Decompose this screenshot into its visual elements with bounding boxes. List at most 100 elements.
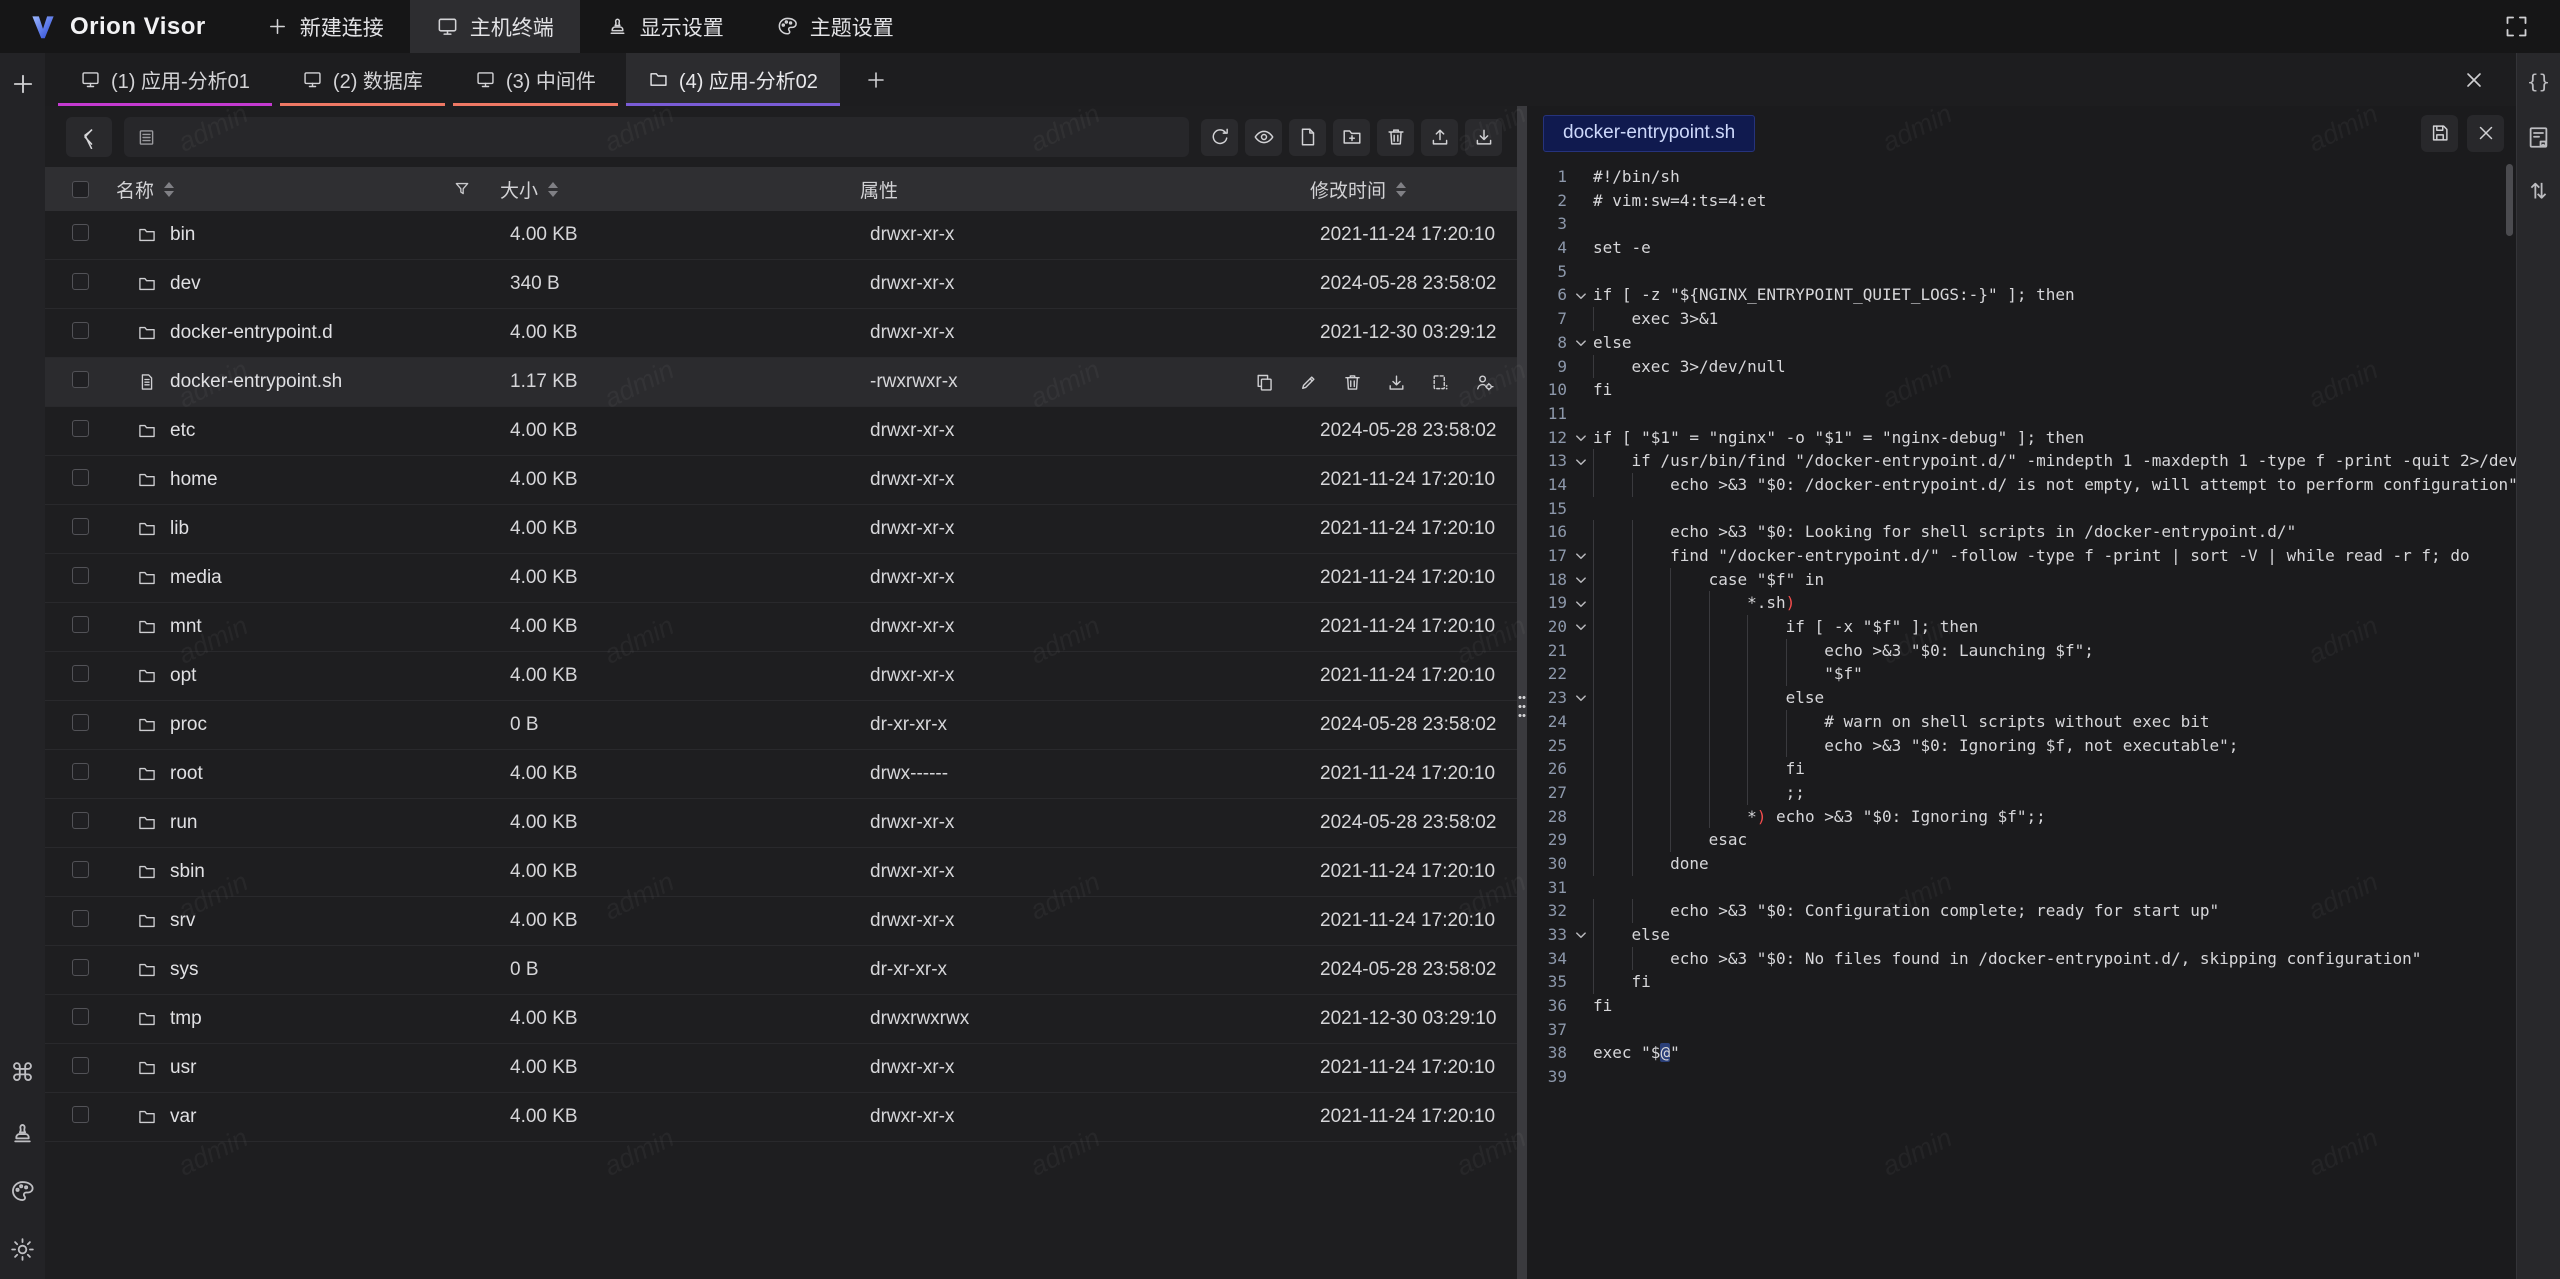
row-checkbox[interactable]: [60, 959, 116, 982]
delete-trash-icon[interactable]: [1377, 119, 1414, 156]
cell-name[interactable]: mnt: [116, 616, 500, 638]
row-checkbox[interactable]: [60, 469, 116, 492]
row-checkbox[interactable]: [60, 1106, 116, 1129]
menu-item-3[interactable]: 主题设置: [750, 0, 920, 53]
column-header-3[interactable]: 修改时间: [1310, 176, 1502, 203]
fold-chevron-icon[interactable]: [1574, 691, 1587, 704]
settings-gear-icon[interactable]: [9, 1235, 37, 1263]
theme-settings-icon[interactable]: [9, 1177, 37, 1205]
column-header-0[interactable]: 名称: [116, 176, 500, 203]
close-panel-icon[interactable]: [2462, 53, 2486, 106]
session-tab-2[interactable]: (3) 中间件: [453, 53, 618, 106]
fold-chevron-icon[interactable]: [1574, 336, 1587, 349]
cell-name[interactable]: etc: [116, 420, 500, 442]
row-checkbox[interactable]: [60, 273, 116, 296]
table-row[interactable]: opt 4.00 KB drwxr-xr-x 2021-11-24 17:20:…: [45, 652, 1517, 701]
cell-name[interactable]: docker-entrypoint.d: [116, 322, 500, 344]
row-checkbox[interactable]: [60, 665, 116, 688]
permissions-icon[interactable]: [1474, 372, 1495, 393]
move-icon[interactable]: [1430, 372, 1451, 393]
menu-item-1[interactable]: 主机终端: [410, 0, 580, 53]
row-checkbox[interactable]: [60, 910, 116, 933]
fold-chevron-icon[interactable]: [1574, 620, 1587, 633]
fold-chevron-icon[interactable]: [1574, 928, 1587, 941]
row-checkbox[interactable]: [60, 518, 116, 541]
delete-icon[interactable]: [1342, 372, 1363, 393]
table-row[interactable]: docker-entrypoint.sh 1.17 KB -rwxrwxr-x: [45, 358, 1517, 407]
fold-chevron-icon[interactable]: [1574, 549, 1587, 562]
fold-chevron-icon[interactable]: [1574, 597, 1587, 610]
row-checkbox[interactable]: [60, 861, 116, 884]
fold-chevron-icon[interactable]: [1574, 455, 1587, 468]
table-row[interactable]: docker-entrypoint.d 4.00 KB drwxr-xr-x 2…: [45, 309, 1517, 358]
cell-name[interactable]: usr: [116, 1057, 500, 1079]
display-settings-icon[interactable]: [9, 1119, 37, 1147]
cell-name[interactable]: sbin: [116, 861, 500, 883]
code-snippets-icon[interactable]: {}: [2525, 68, 2553, 96]
row-checkbox[interactable]: [60, 1057, 116, 1080]
row-checkbox[interactable]: [60, 714, 116, 737]
row-checkbox[interactable]: [60, 763, 116, 786]
new-folder-icon[interactable]: [1333, 119, 1370, 156]
fullscreen-icon[interactable]: [2473, 0, 2560, 53]
row-checkbox[interactable]: [60, 322, 116, 345]
shortcut-command-icon[interactable]: ⌘: [9, 1061, 37, 1089]
row-checkbox[interactable]: [60, 616, 116, 639]
row-checkbox[interactable]: [60, 420, 116, 443]
sort-carets-icon[interactable]: [1396, 182, 1406, 197]
row-checkbox[interactable]: [60, 1008, 116, 1031]
table-row[interactable]: bin 4.00 KB drwxr-xr-x 2021-11-24 17:20:…: [45, 211, 1517, 260]
transfer-list-icon[interactable]: ⇅: [2525, 178, 2553, 206]
menu-item-0[interactable]: 新建连接: [240, 0, 410, 53]
path-input[interactable]: [166, 127, 1177, 148]
row-checkbox[interactable]: [60, 371, 116, 394]
copy-icon[interactable]: [1254, 372, 1275, 393]
panel-splitter[interactable]: [1517, 106, 1527, 1279]
table-row[interactable]: sys 0 B dr-xr-xr-x 2024-05-28 23:58:02: [45, 946, 1517, 995]
row-checkbox[interactable]: [60, 567, 116, 590]
fold-chevron-icon[interactable]: [1574, 573, 1587, 586]
column-header-2[interactable]: 属性: [860, 176, 1310, 203]
table-row[interactable]: var 4.00 KB drwxr-xr-x 2021-11-24 17:20:…: [45, 1093, 1517, 1142]
table-row[interactable]: sbin 4.00 KB drwxr-xr-x 2021-11-24 17:20…: [45, 848, 1517, 897]
cell-name[interactable]: opt: [116, 665, 500, 687]
add-tab-icon[interactable]: [848, 53, 904, 106]
select-all-checkbox[interactable]: [60, 181, 116, 198]
back-button[interactable]: [66, 117, 112, 157]
cell-name[interactable]: dev: [116, 273, 500, 295]
filter-icon[interactable]: [452, 179, 472, 199]
cell-name[interactable]: bin: [116, 224, 500, 246]
download-icon[interactable]: [1465, 119, 1502, 156]
save-file-icon[interactable]: [2421, 115, 2458, 152]
cell-name[interactable]: sys: [116, 959, 500, 981]
download-icon[interactable]: [1386, 372, 1407, 393]
table-row[interactable]: srv 4.00 KB drwxr-xr-x 2021-11-24 17:20:…: [45, 897, 1517, 946]
table-row[interactable]: usr 4.00 KB drwxr-xr-x 2021-11-24 17:20:…: [45, 1044, 1517, 1093]
sort-carets-icon[interactable]: [548, 182, 558, 197]
table-row[interactable]: run 4.00 KB drwxr-xr-x 2024-05-28 23:58:…: [45, 799, 1517, 848]
saved-commands-icon[interactable]: [2525, 123, 2553, 151]
cell-name[interactable]: docker-entrypoint.sh: [116, 371, 500, 393]
column-header-1[interactable]: 大小: [500, 176, 860, 203]
sort-carets-icon[interactable]: [164, 182, 174, 197]
cell-name[interactable]: var: [116, 1106, 500, 1128]
cell-name[interactable]: media: [116, 567, 500, 589]
cell-name[interactable]: root: [116, 763, 500, 785]
editor-file-tab[interactable]: docker-entrypoint.sh: [1543, 115, 1755, 152]
refresh-icon[interactable]: [1201, 119, 1238, 156]
cell-name[interactable]: run: [116, 812, 500, 834]
new-file-icon[interactable]: [1289, 119, 1326, 156]
menu-item-2[interactable]: 显示设置: [580, 0, 750, 53]
session-tab-0[interactable]: (1) 应用-分析01: [58, 53, 272, 106]
table-row[interactable]: root 4.00 KB drwx------ 2021-11-24 17:20…: [45, 750, 1517, 799]
cell-name[interactable]: tmp: [116, 1008, 500, 1030]
row-checkbox[interactable]: [60, 224, 116, 247]
edit-icon[interactable]: [1298, 372, 1319, 393]
fold-chevron-icon[interactable]: [1574, 289, 1587, 302]
close-editor-icon[interactable]: [2467, 115, 2504, 152]
table-row[interactable]: media 4.00 KB drwxr-xr-x 2021-11-24 17:2…: [45, 554, 1517, 603]
table-row[interactable]: proc 0 B dr-xr-xr-x 2024-05-28 23:58:02: [45, 701, 1517, 750]
editor-scrollbar[interactable]: [2506, 164, 2513, 236]
session-tab-3[interactable]: (4) 应用-分析02: [626, 53, 840, 106]
new-tab-plus-icon[interactable]: [9, 70, 37, 98]
